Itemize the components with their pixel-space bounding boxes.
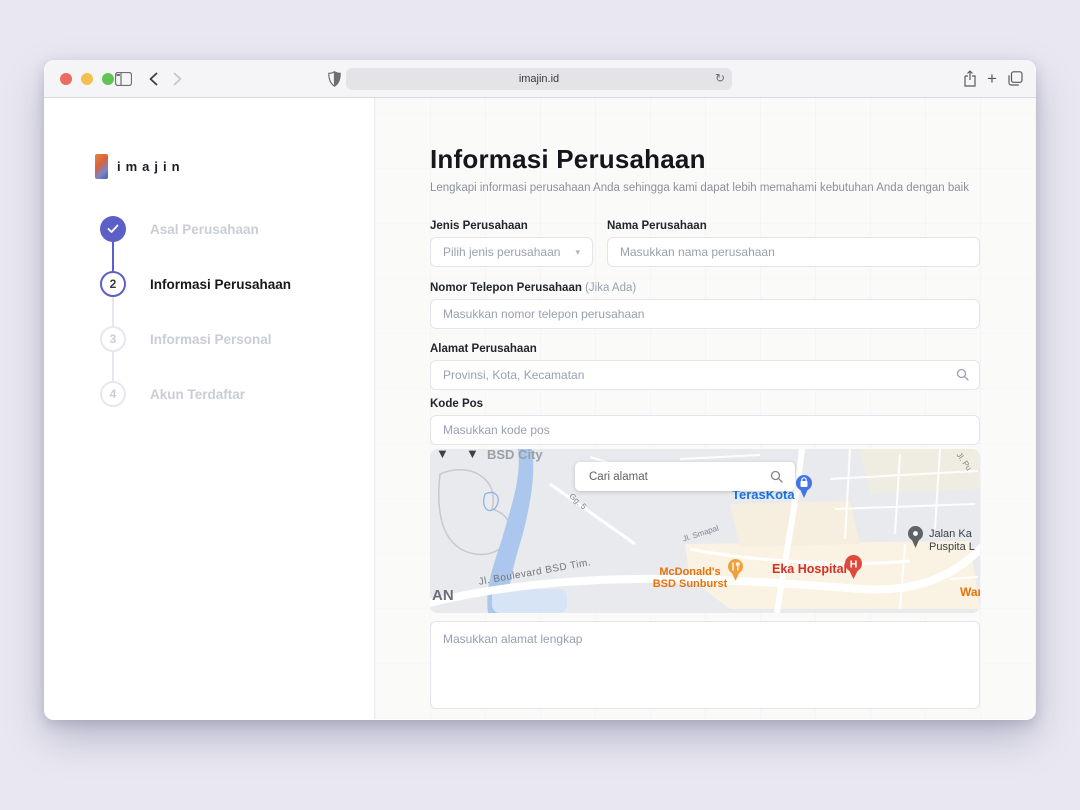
imajin-logo: imajin bbox=[95, 154, 185, 179]
minimize-window-button[interactable] bbox=[81, 73, 93, 85]
nama-perusahaan-label: Nama Perusahaan bbox=[607, 220, 980, 232]
map-label-mcdonalds: McDonald's BSD Sunburst bbox=[642, 566, 738, 590]
mcdonalds-restaurant-pin[interactable] bbox=[727, 559, 745, 583]
step-label: Asal Perusahaan bbox=[150, 222, 259, 237]
step-number: 4 bbox=[100, 381, 126, 407]
page-title: Informasi Perusahaan bbox=[430, 144, 980, 175]
map-search-input[interactable] bbox=[575, 471, 770, 483]
alamat-lengkap-textarea[interactable] bbox=[430, 621, 980, 709]
step-informasi-personal[interactable]: 3 Informasi Personal bbox=[100, 326, 291, 352]
step-label: Informasi Perusahaan bbox=[150, 277, 291, 292]
chevron-down-icon: ▾ bbox=[575, 247, 580, 258]
browser-window: imajin.id ↻ + imajin bbox=[44, 60, 1036, 720]
imajin-logo-icon bbox=[95, 154, 108, 179]
select-placeholder: Pilih jenis perusahaan bbox=[443, 245, 560, 259]
step-informasi-perusahaan[interactable]: 2 Informasi Perusahaan bbox=[100, 271, 291, 297]
kode-pos-input[interactable] bbox=[430, 415, 980, 445]
registration-stepper: Asal Perusahaan 2 Informasi Perusahaan 3… bbox=[100, 216, 291, 407]
kode-pos-label: Kode Pos bbox=[430, 398, 980, 410]
address-bar[interactable]: imajin.id ↻ bbox=[346, 68, 732, 90]
map-label-eka-hospital: Eka Hospital bbox=[772, 562, 847, 576]
svg-text:H: H bbox=[850, 559, 858, 571]
search-icon bbox=[956, 368, 969, 386]
back-button[interactable] bbox=[144, 70, 162, 88]
map-label-jalan-ka-puspita: Jalan Ka Puspita L bbox=[929, 528, 975, 554]
map-marker-triangle-icon: ▼ bbox=[466, 449, 479, 461]
jalan-ka-puspita-pin[interactable] bbox=[907, 526, 925, 550]
step-number: 2 bbox=[100, 271, 126, 297]
step-label: Akun Terdaftar bbox=[150, 387, 245, 402]
map-label-war: War bbox=[960, 585, 980, 599]
tab-overview-icon[interactable] bbox=[1007, 70, 1024, 87]
map-search-box[interactable] bbox=[575, 462, 795, 491]
eka-hospital-pin[interactable]: H bbox=[844, 555, 862, 579]
forward-button[interactable] bbox=[168, 70, 186, 88]
privacy-shield-icon[interactable] bbox=[326, 70, 342, 88]
zoom-window-button[interactable] bbox=[102, 73, 114, 85]
step-asal-perusahaan[interactable]: Asal Perusahaan bbox=[100, 216, 291, 242]
alamat-input[interactable] bbox=[430, 360, 980, 390]
reload-icon[interactable]: ↻ bbox=[715, 71, 725, 85]
search-icon[interactable] bbox=[770, 470, 795, 483]
step-connector bbox=[112, 350, 114, 381]
share-icon[interactable] bbox=[961, 69, 978, 88]
telepon-label: Nomor Telepon Perusahaan (Jika Ada) bbox=[430, 282, 980, 294]
form-main-area: Informasi Perusahaan Lengkapi informasi … bbox=[375, 98, 1036, 719]
step-connector bbox=[112, 295, 114, 326]
map-marker-triangle-icon: ▼ bbox=[436, 449, 449, 461]
new-tab-icon[interactable]: + bbox=[984, 70, 1000, 87]
url-text: imajin.id bbox=[519, 73, 559, 85]
sidebar-toggle-icon[interactable] bbox=[114, 70, 132, 88]
telepon-label-hint: (Jika Ada) bbox=[585, 282, 636, 294]
teraskota-mall-pin[interactable] bbox=[795, 475, 813, 499]
step-connector bbox=[112, 240, 114, 271]
alamat-label: Alamat Perusahaan bbox=[430, 343, 980, 355]
jenis-perusahaan-select[interactable]: Pilih jenis perusahaan ▾ bbox=[430, 237, 593, 267]
close-window-button[interactable] bbox=[60, 73, 72, 85]
nama-perusahaan-input[interactable] bbox=[607, 237, 980, 267]
step-number: 3 bbox=[100, 326, 126, 352]
imajin-logo-text: imajin bbox=[117, 159, 185, 174]
telepon-input[interactable] bbox=[430, 299, 980, 329]
step-label: Informasi Personal bbox=[150, 332, 272, 347]
map-label-bsd-city: BSD City bbox=[487, 449, 543, 462]
step-akun-terdaftar[interactable]: 4 Akun Terdaftar bbox=[100, 381, 291, 407]
browser-toolbar: imajin.id ↻ + bbox=[44, 60, 1036, 98]
stepper-sidebar: imajin Asal Perusahaan 2 Informasi Perus… bbox=[44, 98, 375, 719]
map-label-an: AN bbox=[432, 587, 454, 604]
check-icon bbox=[100, 216, 126, 242]
jenis-perusahaan-label: Jenis Perusahaan bbox=[430, 220, 593, 232]
page-subtitle: Lengkapi informasi perusahaan Anda sehin… bbox=[430, 182, 980, 194]
google-map[interactable]: ▼ ▼ BSD City Gg. 5 Jl. Pu Jl. Smapal Ter… bbox=[430, 449, 980, 613]
